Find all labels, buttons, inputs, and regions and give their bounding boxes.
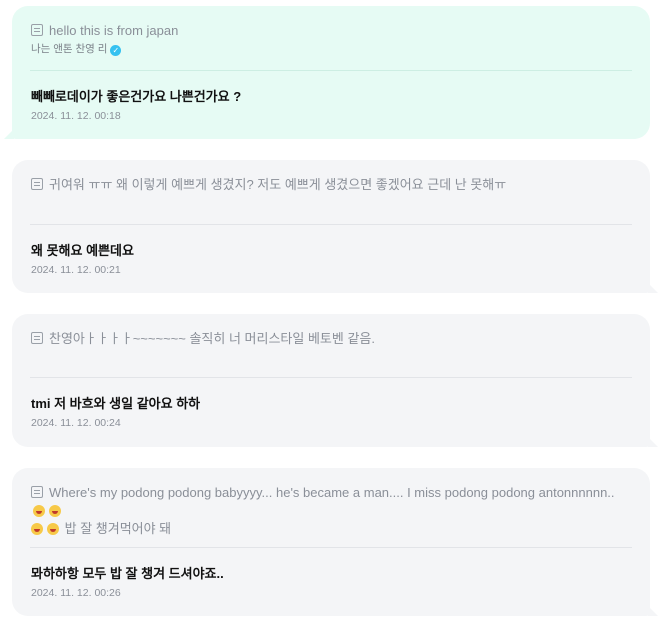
answer-text: 빼빼로데이가 좋은건가요 나쁜건가요 ? (31, 89, 242, 104)
qa-card[interactable]: 귀여워 ㅠㅠ 왜 이렇게 예쁘게 생겼지? 저도 예쁘게 생겼으면 좋겠어요 근… (12, 160, 658, 293)
question-icon (31, 178, 43, 190)
author-name[interactable]: 나는 앤톤 찬영 리 ✓ (31, 41, 122, 56)
question-icon (31, 24, 43, 36)
question-row: 찬영아ㅏㅏㅏㅏ~~~~~~~ 솔직히 너 머리스타일 베토벤 같음. (31, 330, 630, 348)
question-row: 귀여워 ㅠㅠ 왜 이렇게 예쁘게 생겼지? 저도 예쁘게 생겼으면 좋겠어요 근… (31, 176, 630, 194)
divider (30, 70, 632, 71)
crying-face-emoji (49, 505, 61, 517)
bubble-tail (648, 437, 658, 447)
timestamp: 2024. 11. 12. 00:21 (31, 264, 121, 276)
question-text: hello this is from japan (49, 23, 179, 38)
question-text: 찬영아ㅏㅏㅏㅏ~~~~~~~ 솔직히 너 머리스타일 베토벤 같음. (49, 331, 375, 346)
question-icon (31, 332, 43, 344)
qa-card[interactable]: 찬영아ㅏㅏㅏㅏ~~~~~~~ 솔직히 너 머리스타일 베토벤 같음. tmi 저… (12, 314, 658, 447)
answer-text: 왜 못해요 예쁜데요 (31, 243, 134, 258)
question-icon (31, 486, 43, 498)
question-text: 귀여워 ㅠㅠ 왜 이렇게 예쁘게 생겼지? 저도 예쁘게 생겼으면 좋겠어요 근… (49, 177, 507, 192)
divider (30, 224, 632, 225)
timestamp: 2024. 11. 12. 00:26 (31, 587, 121, 599)
crying-face-emoji (47, 523, 59, 535)
weary-face-emoji (33, 505, 45, 517)
divider (30, 547, 632, 548)
answer-text: tmi 저 바흐와 생일 같아요 하하 (31, 396, 201, 411)
question-text-line2: 밥 잘 챙겨먹어야 돼 (64, 521, 172, 536)
bubble-tail (4, 129, 14, 139)
bubble-tail (648, 606, 658, 616)
divider (30, 377, 632, 378)
question-row: Where's my podong podong babyyyy... he's… (31, 484, 630, 538)
timestamp: 2024. 11. 12. 00:18 (31, 110, 121, 122)
timestamp: 2024. 11. 12. 00:24 (31, 417, 121, 429)
qa-card[interactable]: hello this is from japan 나는 앤톤 찬영 리 ✓ 빼빼로… (4, 6, 650, 139)
crying-face-emoji (31, 523, 43, 535)
qa-card[interactable]: Where's my podong podong babyyyy... he's… (12, 468, 658, 616)
verified-icon: ✓ (110, 45, 122, 56)
author-label: 나는 앤톤 찬영 리 (31, 43, 108, 55)
answer-text: 뫄하하항 모두 밥 잘 챙겨 드셔야죠.. (31, 566, 224, 581)
question-text-line1: Where's my podong podong babyyyy... he's… (49, 485, 615, 500)
bubble-tail (648, 283, 658, 293)
question-row: hello this is from japan (31, 22, 630, 40)
